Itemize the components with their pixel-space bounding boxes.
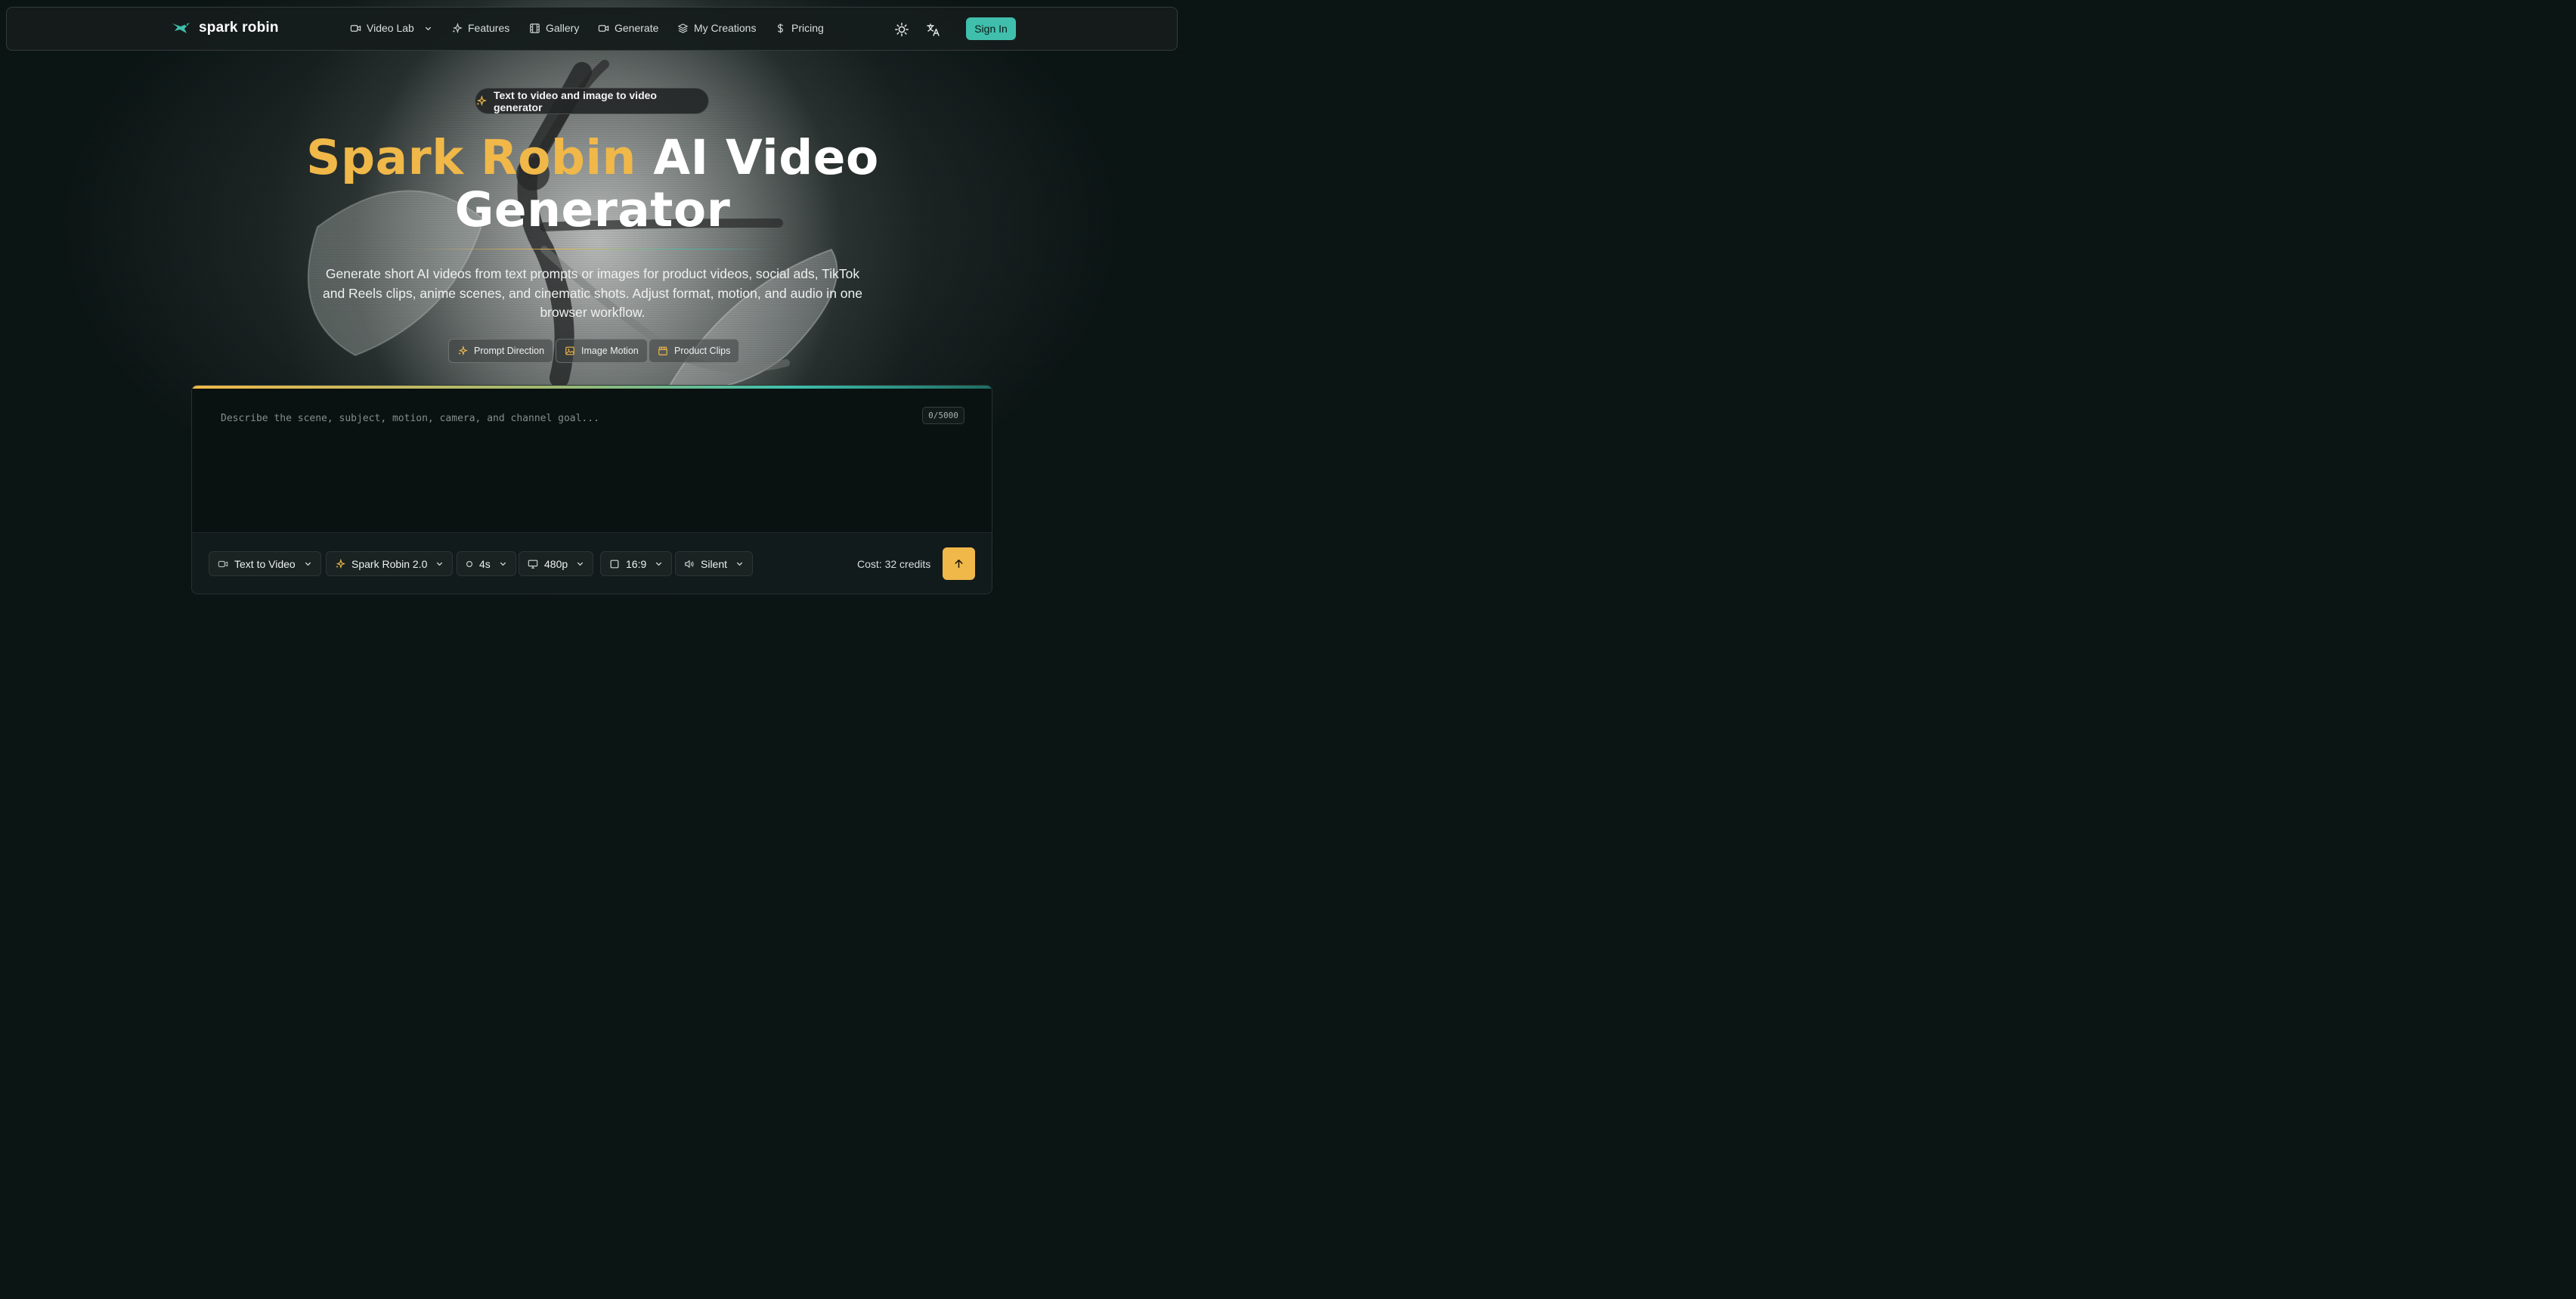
nav-item-label: My Creations (694, 22, 757, 34)
chip-label: Image Motion (581, 346, 639, 356)
nav-item-pricing[interactable]: Pricing (775, 22, 824, 34)
nav-item-my-creations[interactable]: My Creations (677, 22, 756, 34)
chevron-down-icon (305, 562, 311, 566)
credit-cost: Cost: 32 credits (857, 558, 931, 570)
circle-icon (466, 560, 472, 567)
prompt-composer: 0/5000 Text to Video Spark Robin 2.0 4s … (191, 385, 992, 594)
mode-value: Text to Video (234, 557, 296, 570)
nav-item-generate[interactable]: Generate (598, 22, 658, 34)
chevron-down-icon (577, 562, 584, 566)
sign-in-button[interactable]: Sign In (966, 17, 1016, 40)
chevron-down-icon (425, 26, 431, 30)
brand-logo[interactable]: spark robin (172, 20, 279, 36)
dollar-icon (778, 23, 783, 33)
video-icon (218, 560, 228, 567)
chip-label: Prompt Direction (474, 346, 545, 356)
aspect-ratio-value: 16:9 (626, 557, 647, 570)
title-accent: Spark Robin (306, 130, 636, 185)
robin-logo-icon (172, 23, 190, 33)
nav-item-gallery[interactable]: Gallery (529, 22, 579, 34)
chip-prompt-direction[interactable]: Prompt Direction (448, 339, 554, 363)
sparkles-icon (476, 95, 487, 107)
layers-icon (677, 23, 689, 33)
mode-select[interactable]: Text to Video (209, 551, 321, 576)
hero-badge-label: Text to video and image to video generat… (493, 88, 657, 113)
speaker-icon (685, 560, 694, 568)
image-icon (565, 346, 574, 355)
translate-icon[interactable] (926, 22, 941, 37)
nav-item-features[interactable]: Features (451, 22, 509, 34)
audio-value: Silent (701, 557, 728, 570)
film-icon (530, 23, 540, 33)
title-rest: AI Video (653, 130, 879, 185)
chevron-down-icon (500, 562, 506, 566)
nav-item-label: Video Lab (367, 22, 414, 34)
character-counter: 0/5000 (922, 407, 964, 424)
model-value: Spark Robin 2.0 (351, 557, 428, 570)
nav-item-video-lab[interactable]: Video Lab (350, 22, 432, 34)
monitor-icon (528, 560, 538, 569)
panel-accent-bar (192, 386, 992, 389)
page-title: Spark Robin AI Video (0, 132, 1185, 184)
hero-subtitle: Generate short AI videos from text promp… (322, 266, 862, 320)
generate-submit-button[interactable] (943, 547, 975, 580)
prompt-input[interactable] (219, 411, 918, 528)
arrow-up-icon (955, 560, 963, 568)
aspect-ratio-select[interactable]: 16:9 (600, 551, 673, 576)
hero-badge: Text to video and image to video generat… (475, 88, 709, 114)
page-title-line2: Generator (454, 182, 731, 237)
chip-label: Product Clips (674, 346, 731, 356)
video-icon (350, 24, 361, 32)
square-icon (610, 560, 619, 568)
composer-toolbar: Text to Video Spark Robin 2.0 4s 480p 16… (192, 532, 992, 594)
video-icon (598, 24, 609, 32)
clapperboard-icon (658, 346, 667, 355)
resolution-select[interactable]: 480p (519, 551, 594, 576)
chip-product-clips[interactable]: Product Clips (649, 339, 740, 363)
chevron-down-icon (656, 562, 662, 566)
model-select[interactable]: Spark Robin 2.0 (326, 551, 454, 576)
resolution-value: 480p (544, 557, 568, 570)
duration-value: 4s (479, 557, 491, 570)
top-navbar: spark robin Video Lab Features Gallery G… (6, 7, 1178, 51)
nav-item-label: Generate (615, 22, 659, 34)
sparkles-icon (336, 558, 345, 569)
brand-name: spark robin (199, 20, 279, 36)
sparkles-icon (458, 346, 468, 356)
chip-image-motion[interactable]: Image Motion (556, 339, 648, 363)
chevron-down-icon (736, 562, 743, 566)
nav-item-label: Pricing (791, 22, 824, 34)
chevron-down-icon (437, 562, 443, 566)
audio-select[interactable]: Silent (675, 551, 754, 576)
duration-select[interactable]: 4s (457, 551, 516, 576)
sparkles-icon (452, 22, 463, 33)
nav-item-label: Gallery (546, 22, 580, 34)
sun-icon[interactable] (894, 22, 909, 37)
nav-item-label: Features (468, 22, 510, 34)
title-divider (410, 249, 776, 250)
